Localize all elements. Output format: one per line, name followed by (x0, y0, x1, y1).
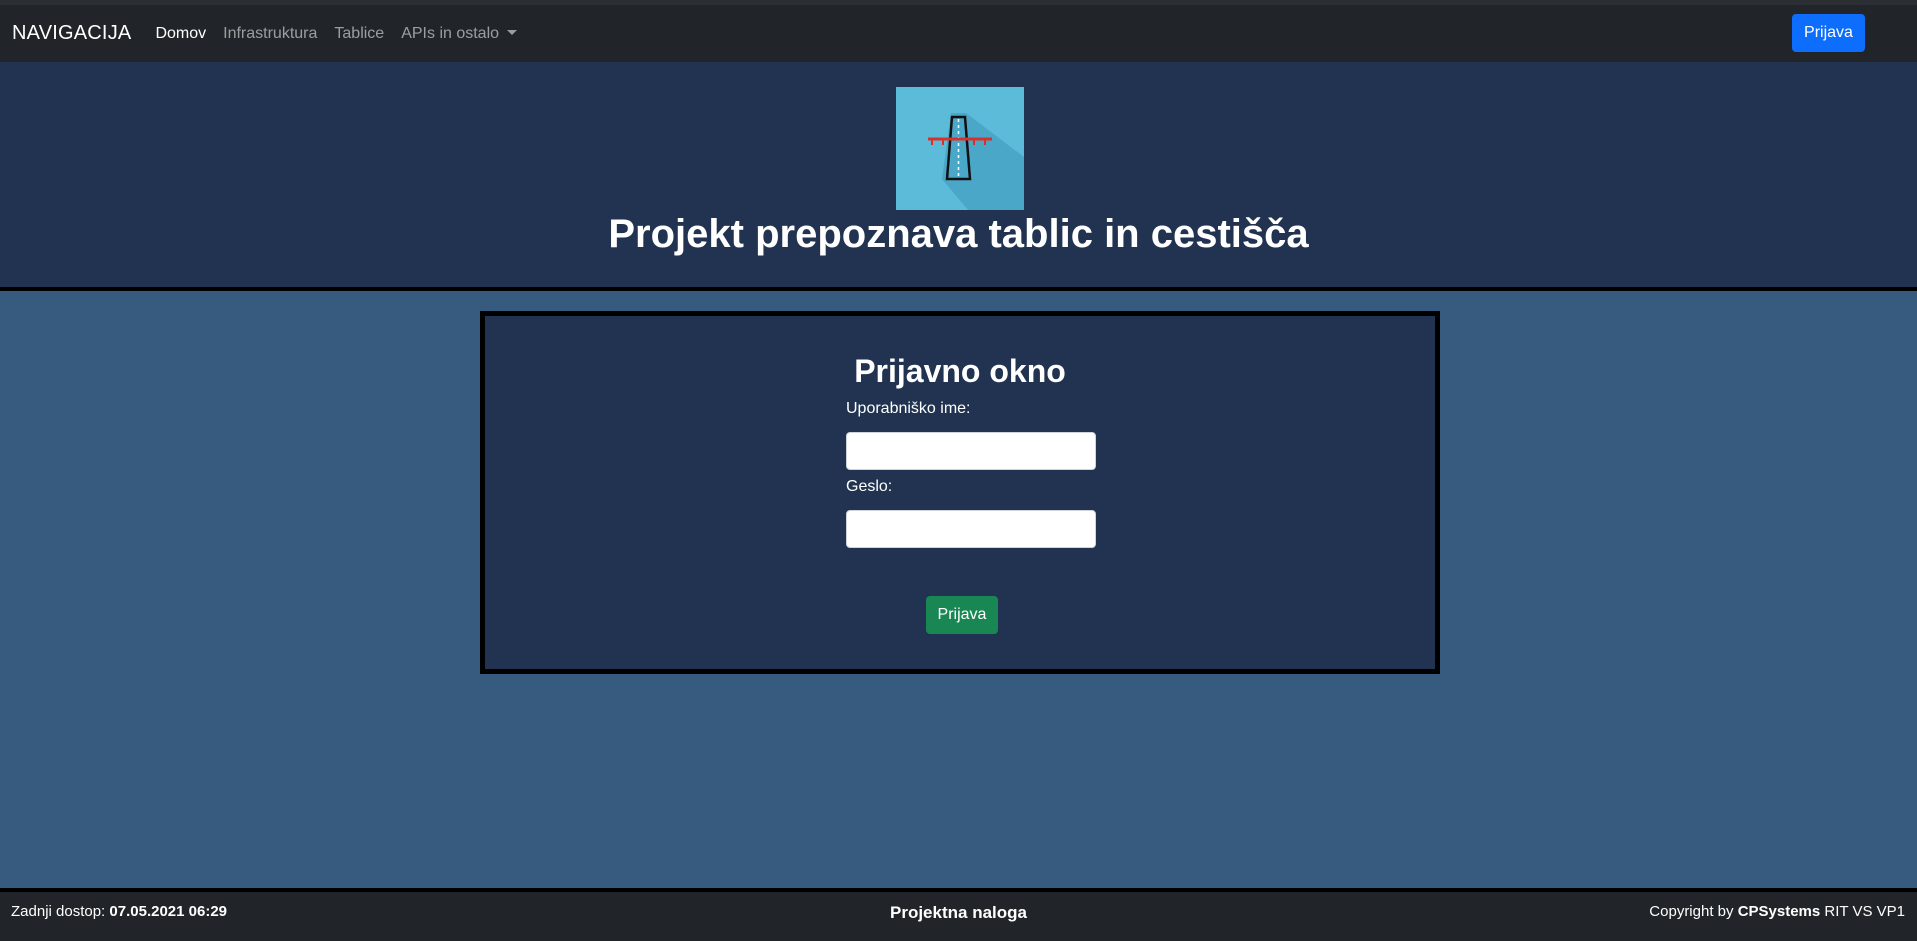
chevron-down-icon (507, 29, 518, 35)
password-input[interactable] (846, 510, 1096, 548)
last-access-value: 07.05.2021 06:29 (109, 903, 228, 920)
nav-dropdown-label: APIs in ostalo (401, 24, 500, 42)
navbar-brand[interactable]: NAVIGACIJA (12, 22, 131, 45)
copyright-suffix: RIT VS VP1 (1824, 903, 1905, 920)
footer: Zadnji dostop: 07.05.2021 06:29 Projektn… (0, 892, 1917, 941)
footer-project-name: Projektna naloga (890, 903, 1027, 922)
login-panel: Prijavno okno Uporabniško ime: Geslo: Pr… (480, 311, 1440, 674)
copyright: Copyright by CPSystems RIT VS VP1 (1649, 903, 1905, 920)
last-access: Zadnji dostop: 07.05.2021 06:29 (11, 903, 227, 920)
login-title: Prijavno okno (854, 353, 1066, 389)
username-label: Uporabniško ime: (846, 400, 971, 417)
copyright-company: CPSystems (1737, 903, 1821, 920)
nav-link-tablice[interactable]: Tablice (334, 25, 384, 43)
road-icon (896, 87, 1024, 210)
header-divider (0, 287, 1917, 291)
nav-link-domov[interactable]: Domov (155, 25, 206, 43)
navbar: NAVIGACIJA Domov Infrastruktura Tablice … (0, 5, 1917, 62)
page-title: Projekt prepoznava tablic in cestišča (608, 212, 1309, 256)
nav-dropdown-apis[interactable]: APIs in ostalo (401, 24, 518, 43)
nav-link-infrastruktura[interactable]: Infrastruktura (223, 25, 317, 43)
password-label: Geslo: (846, 478, 893, 495)
username-input[interactable] (846, 432, 1096, 470)
navbar-login-button[interactable]: Prijava (1792, 14, 1865, 52)
last-access-label: Zadnji dostop: (11, 903, 106, 920)
copyright-prefix: Copyright by (1649, 903, 1734, 920)
login-submit-button[interactable]: Prijava (926, 596, 998, 634)
